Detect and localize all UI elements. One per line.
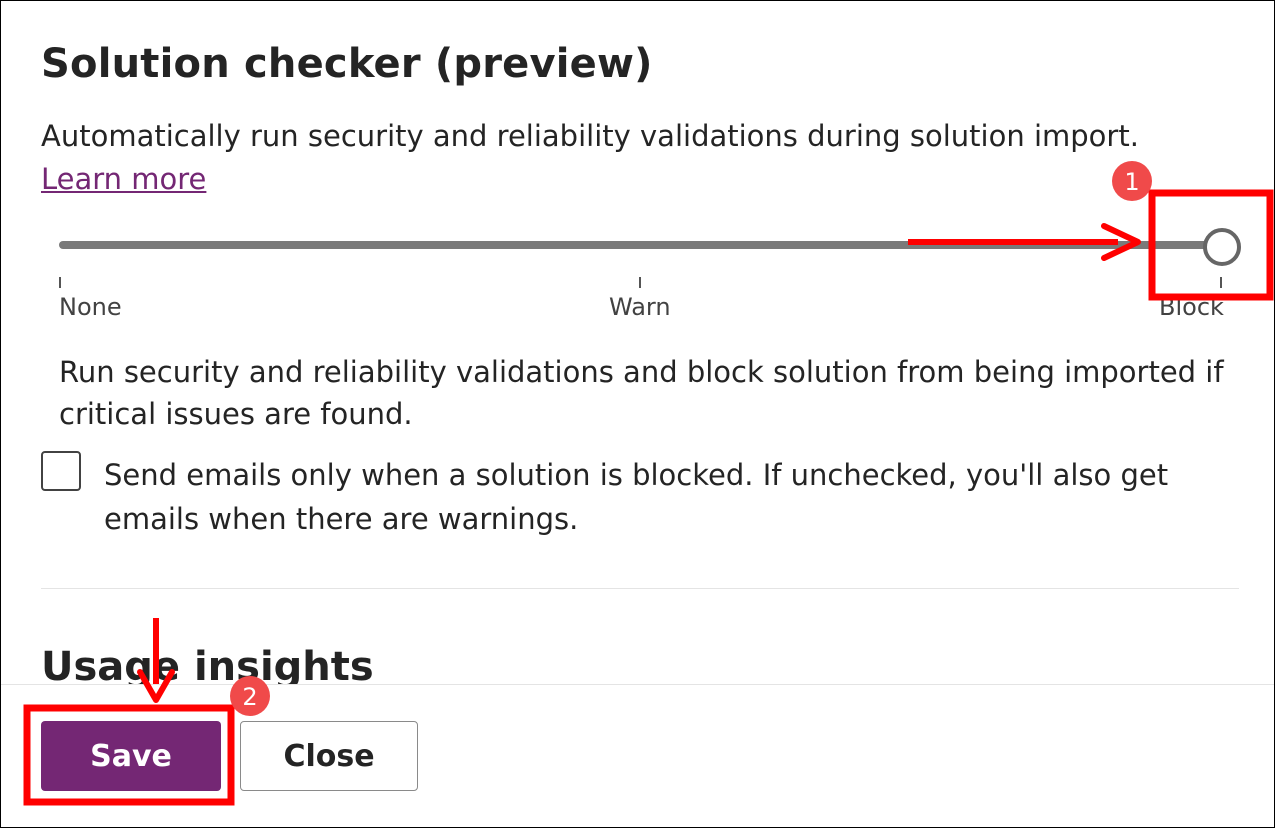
panel-footer: Save Close xyxy=(1,684,1274,827)
learn-more-link[interactable]: Learn more xyxy=(41,162,206,196)
settings-panel: Solution checker (preview) Automatically… xyxy=(0,0,1275,828)
email-option-row[interactable]: Send emails only when a solution is bloc… xyxy=(41,451,1241,551)
tick-warn xyxy=(639,277,641,288)
email-option-label[interactable]: Send emails only when a solution is bloc… xyxy=(104,453,1244,541)
slider-label-none[interactable]: None xyxy=(59,293,122,321)
section-description: Automatically run security and reliabili… xyxy=(41,115,1221,201)
save-button[interactable]: Save xyxy=(41,721,221,791)
slider-label-block[interactable]: Block xyxy=(1159,293,1224,321)
description-text: Automatically run security and reliabili… xyxy=(41,119,1139,153)
close-button[interactable]: Close xyxy=(240,721,418,791)
tick-block xyxy=(1220,277,1222,288)
selected-level-description: Run security and reliability validations… xyxy=(59,355,1224,431)
section-title: Solution checker (preview) xyxy=(41,41,653,87)
slider-thumb[interactable] xyxy=(1203,228,1241,266)
email-option-checkbox[interactable] xyxy=(41,451,81,491)
section-divider xyxy=(41,588,1239,589)
slider-label-warn[interactable]: Warn xyxy=(609,293,671,321)
tick-none xyxy=(59,277,61,288)
slider-track[interactable] xyxy=(59,241,1221,249)
solution-checker-slider[interactable]: None Warn Block xyxy=(59,223,1241,333)
